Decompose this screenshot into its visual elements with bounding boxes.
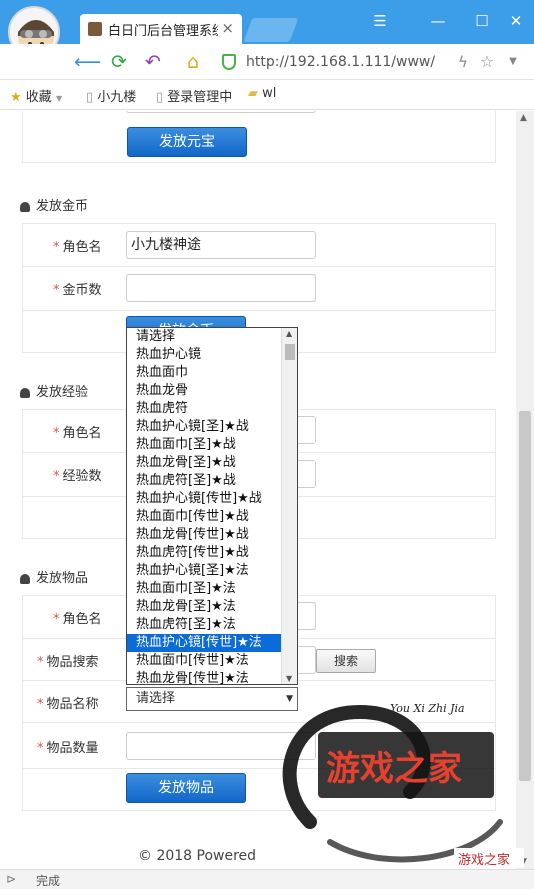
site-favicon-icon	[88, 22, 102, 36]
star-icon: ★	[10, 90, 22, 105]
tab-title: 白日门后台管理系统-W	[108, 24, 218, 39]
dropdown-option[interactable]: 热血护心镜[圣]★战	[127, 418, 282, 436]
address-bar[interactable]: http://192.168.1.111/www/	[246, 48, 476, 76]
dropdown-scroll-thumb[interactable]	[285, 344, 295, 360]
bookmark-label: wl	[262, 86, 277, 101]
dropdown-option[interactable]: 热血虎符[圣]★战	[127, 472, 282, 490]
dropdown-option[interactable]: 热血面巾	[127, 364, 282, 382]
minimize-button[interactable]: —	[424, 10, 452, 32]
dropdown-option[interactable]: 热血面巾[传世]★法	[127, 652, 282, 670]
page-icon: ▯	[156, 90, 164, 105]
browser-titlebar: 白日门后台管理系统-W × ☰ — ☐ ✕	[0, 0, 534, 58]
user-icon	[20, 201, 30, 212]
ink-brush-swirl-icon: You Xi Zhi Jia 游戏之家 游戏之家	[282, 702, 524, 868]
maximize-button[interactable]: ☐	[468, 10, 496, 32]
security-shield-icon	[222, 54, 236, 70]
refresh-icon[interactable]: ⟳	[106, 49, 132, 75]
bookmark-xiaojiulou[interactable]: ▯ 小九楼	[86, 86, 136, 105]
field-label: * 物品搜索	[37, 655, 99, 670]
bookmark-wl[interactable]: ▰ wl	[248, 86, 276, 101]
field-label: * 角色名	[53, 240, 102, 255]
gold-amount-input[interactable]	[126, 274, 316, 302]
back-arrow-icon[interactable]: ⟵	[74, 49, 101, 75]
section-title-gold: 发放金币	[20, 195, 88, 214]
dropdown-option[interactable]: 热血龙骨[传世]★法	[127, 670, 282, 684]
watermark-sub-text: 游戏之家	[458, 852, 510, 868]
page-icon: ▯	[86, 90, 94, 105]
section-title-text: 发放物品	[36, 571, 89, 586]
dropdown-options-list: 请选择 热血护心镜 热血面巾 热血龙骨 热血虎符 热血护心镜[圣]★战 热血面巾[圣]★战热…	[127, 328, 297, 684]
user-icon	[20, 573, 30, 584]
chevron-down-icon: ▼	[55, 94, 63, 103]
field-label: * 物品名称	[37, 697, 99, 712]
dropdown-option[interactable]: 热血护心镜	[127, 346, 282, 364]
bookmark-label: 登录管理中	[167, 90, 233, 105]
item-search-button[interactable]: 搜索	[316, 649, 376, 673]
undo-icon[interactable]: ↶	[140, 49, 166, 75]
form-row-yuanbao: 发放元宝	[22, 111, 496, 163]
dropdown-option[interactable]: 热血面巾[传世]★战	[127, 508, 282, 526]
dropdown-option[interactable]: 热血面巾[圣]★法	[127, 580, 282, 598]
bookmark-label: 小九楼	[97, 90, 137, 105]
section-title-exp: 发放经验	[20, 381, 88, 400]
dropdown-option[interactable]: 热血龙骨[圣]★法	[127, 598, 282, 616]
browser-tab-active[interactable]: 白日门后台管理系统-W ×	[80, 14, 242, 44]
user-icon	[20, 387, 30, 398]
status-text: 完成	[36, 874, 61, 888]
field-label: * 金币数	[53, 283, 102, 298]
grant-item-button[interactable]: 发放物品	[126, 773, 246, 803]
dropdown-option[interactable]: 热血龙骨[圣]★战	[127, 454, 282, 472]
field-label: * 物品数量	[37, 741, 99, 756]
dropdown-option[interactable]: 热血护心镜[圣]★法	[127, 562, 282, 580]
bookmark-login-admin[interactable]: ▯ 登录管理中	[156, 86, 232, 105]
section-title-text: 发放经验	[36, 385, 89, 400]
dropdown-option[interactable]: 热血面巾[圣]★战	[127, 436, 282, 454]
grant-yuanbao-button[interactable]: 发放元宝	[127, 127, 247, 157]
dropdown-option[interactable]: 热血龙骨[传世]★战	[127, 526, 282, 544]
item-select-dropdown[interactable]: 请选择 热血护心镜 热血面巾 热血龙骨 热血虎符 热血护心镜[圣]★战 热血面巾[圣]★战热…	[126, 327, 298, 685]
field-label: * 经验数	[53, 469, 102, 484]
input-bottom-edge	[126, 111, 316, 113]
tab-close-icon[interactable]: ×	[221, 19, 234, 37]
bookmarks-bar: ★ 收藏 ▼ ▯ 小九楼 ▯ 登录管理中 ▰ wl	[0, 80, 534, 110]
dropdown-chevron-icon[interactable]: ▼	[500, 49, 526, 75]
menu-icon[interactable]: ☰	[366, 10, 394, 32]
gold-role-input[interactable]: 小九楼神途	[126, 231, 316, 259]
sidebar-toggle-icon[interactable]: ⊳	[6, 872, 16, 886]
scroll-up-icon[interactable]: ▲	[286, 329, 292, 338]
dropdown-option[interactable]: 请选择	[127, 328, 282, 346]
field-label: * 角色名	[53, 612, 102, 627]
home-icon[interactable]: ⌂	[180, 49, 206, 75]
folder-icon: ▰	[248, 86, 258, 101]
dropdown-option[interactable]: 热血虎符[圣]★法	[127, 616, 282, 634]
bookmark-label: 收藏	[25, 90, 52, 105]
section-title-item: 发放物品	[20, 567, 88, 586]
lightning-icon[interactable]: ϟ	[450, 49, 476, 75]
dropdown-option[interactable]: 热血龙骨	[127, 382, 282, 400]
scroll-up-icon[interactable]: ▲	[520, 113, 527, 123]
dropdown-option[interactable]: 热血护心镜[传世]★法	[127, 634, 282, 652]
select-value: 请选择	[136, 691, 176, 706]
dropdown-option[interactable]: 热血虎符[传世]★战	[127, 544, 282, 562]
section-title-text: 发放金币	[36, 199, 89, 214]
dropdown-option[interactable]: 热血护心镜[传世]★战	[127, 490, 282, 508]
close-window-button[interactable]: ✕	[502, 10, 530, 32]
bookmark-favorites[interactable]: ★ 收藏 ▼	[10, 86, 62, 105]
favorite-star-icon[interactable]: ☆	[474, 49, 500, 75]
new-tab-button[interactable]	[243, 18, 299, 42]
watermark-script-text: You Xi Zhi Jia	[390, 702, 465, 715]
watermark-logo: You Xi Zhi Jia 游戏之家 游戏之家	[270, 672, 534, 872]
browser-toolbar: ⟵ ⟳ ↶ ⌂ http://192.168.1.111/www/ ϟ ☆ ▼	[0, 44, 534, 80]
field-label: * 角色名	[53, 426, 102, 441]
page-footer: © 2018 Powered	[138, 848, 257, 864]
dropdown-scrollbar[interactable]: ▲ ▼	[281, 328, 297, 684]
watermark-main-text: 游戏之家	[326, 749, 462, 789]
dropdown-option[interactable]: 热血虎符	[127, 400, 282, 418]
